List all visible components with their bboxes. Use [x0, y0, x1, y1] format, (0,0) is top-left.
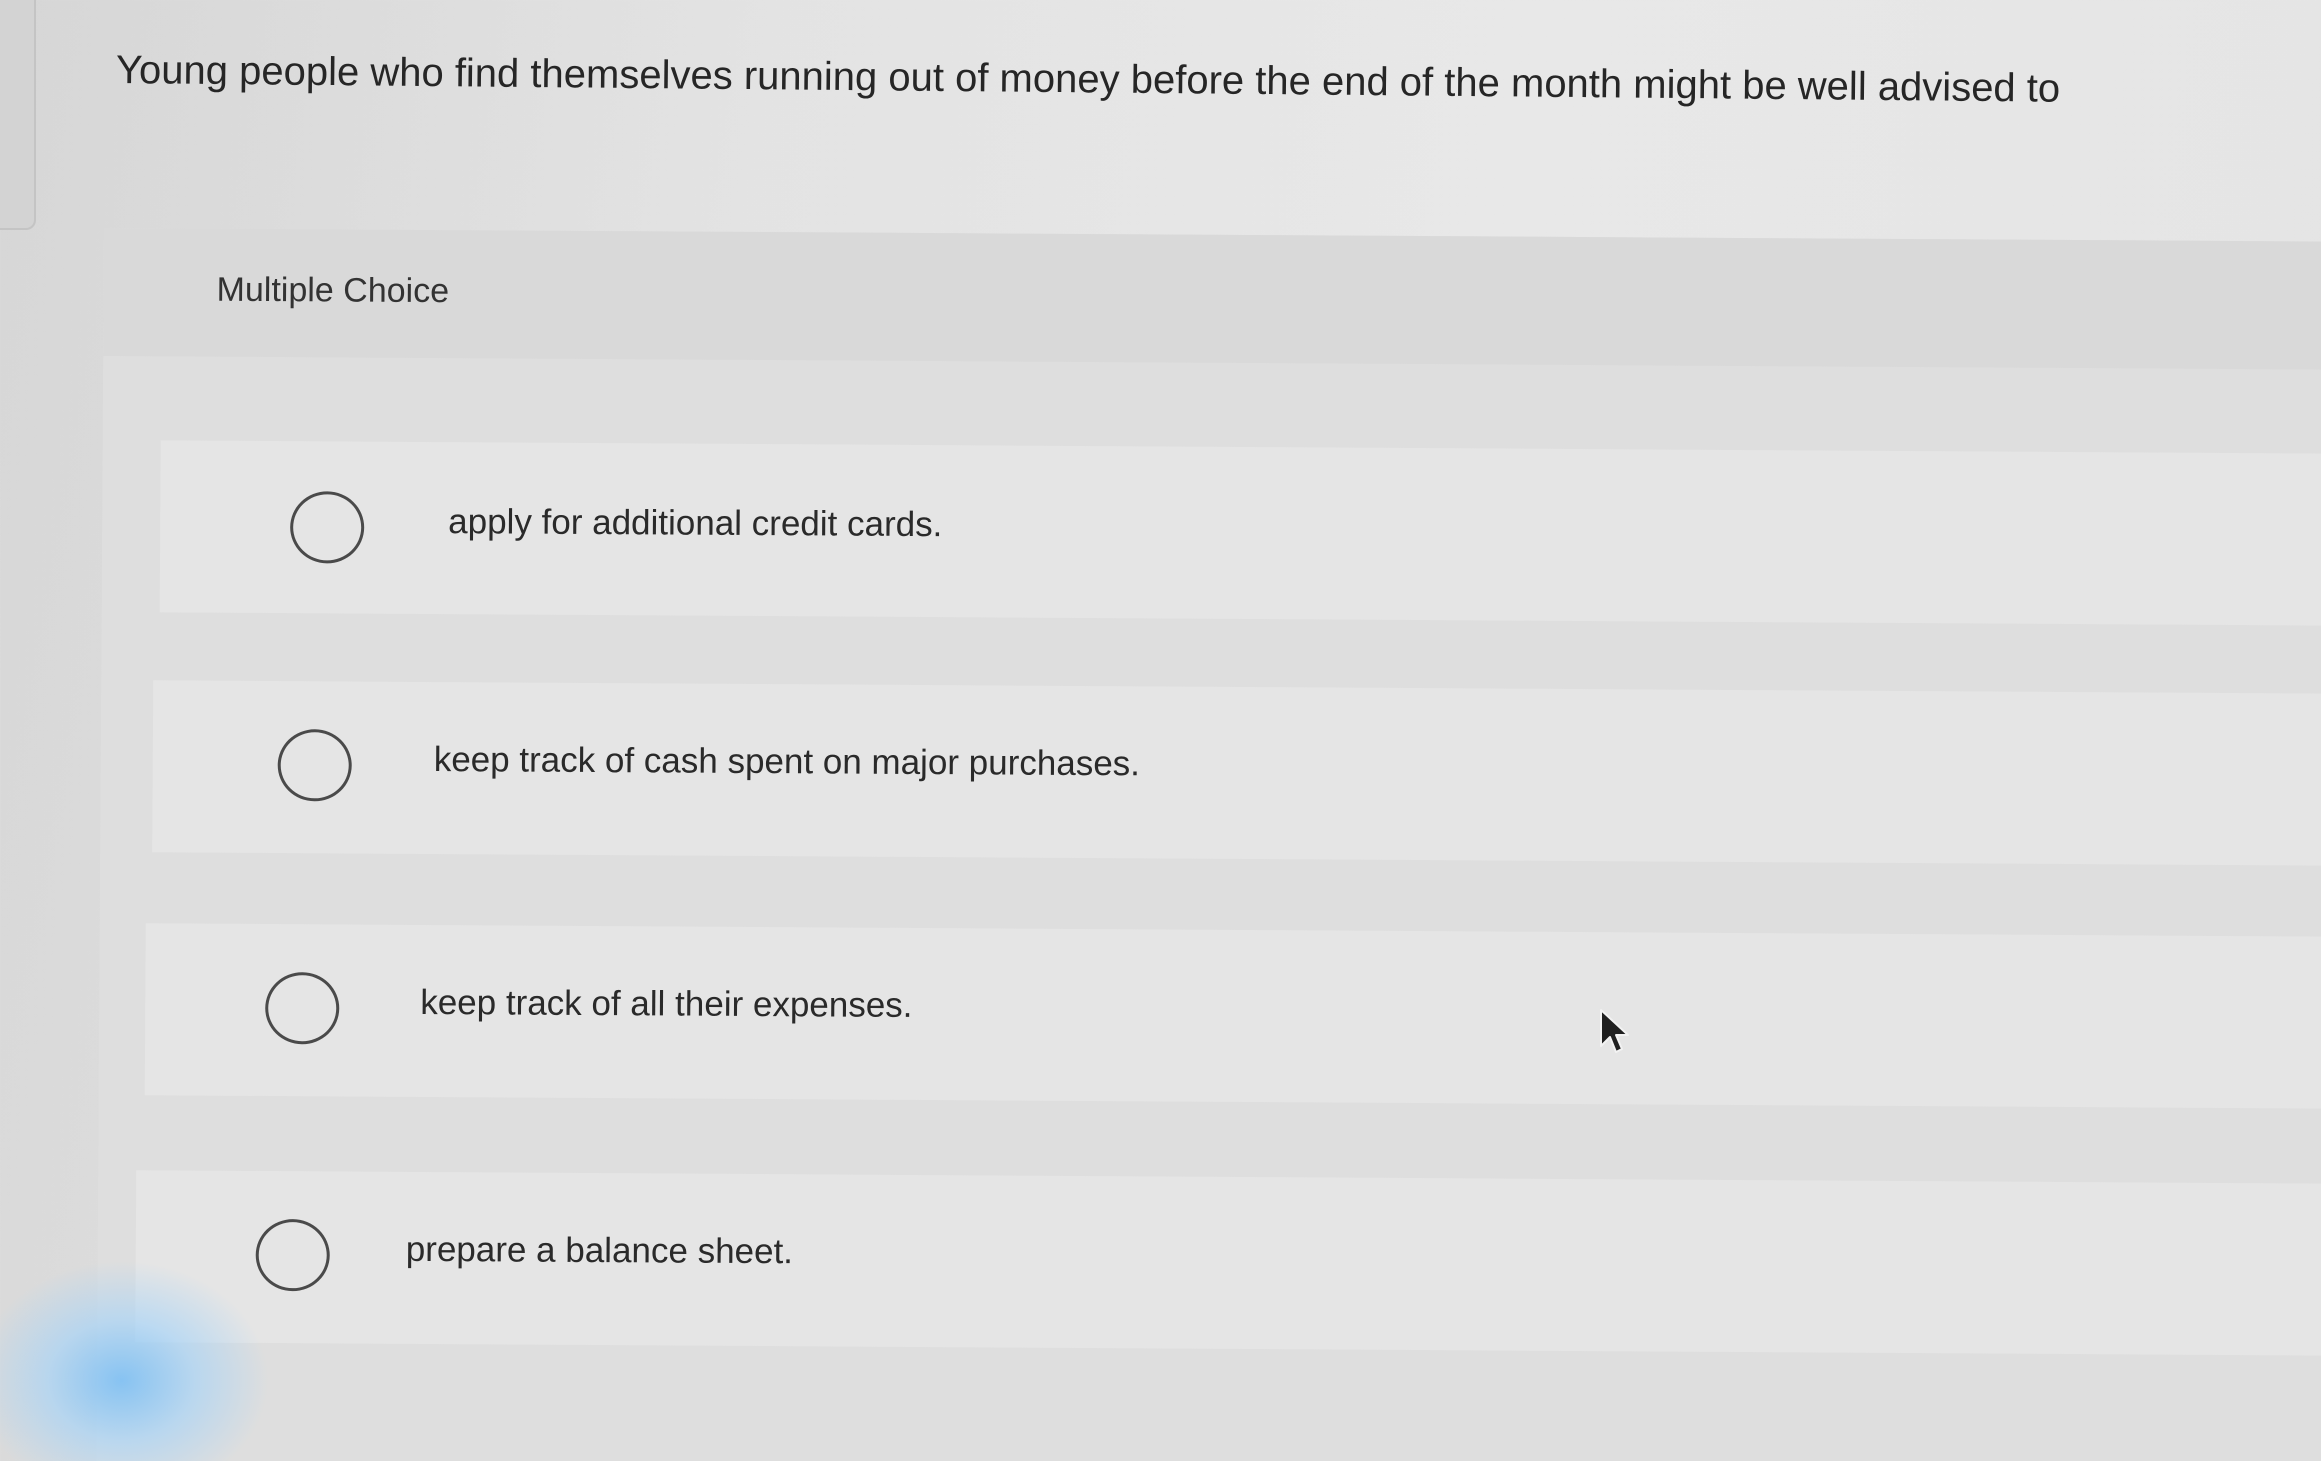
- question-type-header: Multiple Choice: [103, 228, 2321, 370]
- option-row-d[interactable]: prepare a balance sheet.: [135, 1170, 2321, 1356]
- radio-button-empty-icon[interactable]: [255, 1218, 330, 1292]
- option-label: keep track of all their expenses.: [420, 982, 913, 1025]
- option-row-b[interactable]: keep track of cash spent on major purcha…: [152, 680, 2321, 866]
- previous-page-edge: [0, 0, 36, 230]
- radio-button-empty-icon[interactable]: [277, 729, 352, 802]
- mouse-pointer-icon: [1600, 1009, 1629, 1053]
- option-label: apply for additional credit cards.: [448, 502, 943, 545]
- radio-button-empty-icon[interactable]: [265, 972, 340, 1045]
- answer-panel: Multiple Choice apply for additional cre…: [96, 228, 2321, 1461]
- question-type-label: Multiple Choice: [216, 270, 450, 311]
- option-row-a[interactable]: apply for additional credit cards.: [159, 440, 2321, 626]
- option-label: prepare a balance sheet.: [405, 1229, 794, 1272]
- radio-button-empty-icon[interactable]: [289, 491, 365, 564]
- option-label: keep track of cash spent on major purcha…: [433, 740, 1141, 784]
- question-text: Young people who find themselves running…: [115, 48, 2061, 111]
- option-row-c[interactable]: keep track of all their expenses.: [144, 923, 2321, 1109]
